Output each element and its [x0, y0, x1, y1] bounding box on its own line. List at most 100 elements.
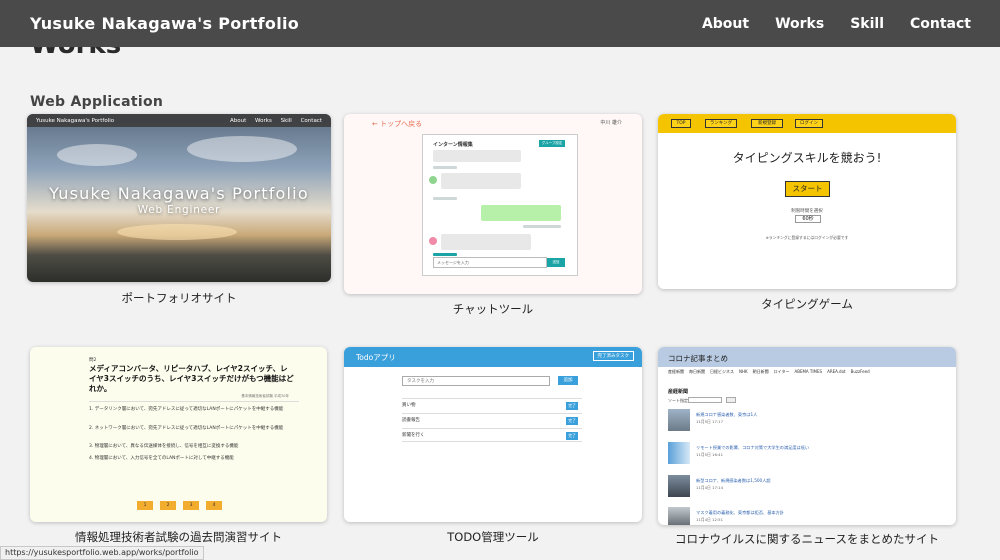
news-date: 11月5日 17:17 — [696, 419, 723, 424]
thumb-task-label: 買い物 — [402, 403, 416, 408]
avatar — [429, 176, 437, 184]
news-title: 新規コロナ感染者数、東京は1人 — [696, 412, 758, 417]
thumb-page-button: 1 — [137, 501, 153, 510]
thumb-nav-item: Works — [255, 117, 272, 124]
thumb-nav: About Works Skill Contact — [223, 118, 322, 124]
thumb-add-button: 追加 — [558, 376, 578, 385]
thumb-nav-item: About — [230, 117, 247, 124]
work-card-chat[interactable]: ← トップへ戻る 中川 雄介 インターン情報集 グループ設定 メッセージを入力 … — [344, 114, 642, 317]
news-title: リモート授業での影響、コロナ対策で大学生の満足度は低い — [696, 445, 810, 450]
site-title[interactable]: Yusuke Nakagawa's Portfolio — [30, 14, 299, 33]
thumb-todo-title: Todoアプリ — [356, 353, 396, 362]
chat-bubble-own — [481, 205, 561, 221]
work-card-exam[interactable]: 問2 メディアコンバータ、リピータハブ、レイヤ2スイッチ、レイヤ3スイッチのうち… — [30, 347, 327, 545]
portfolio-thumbnail[interactable]: Yusuke Nakagawa's Portfolio About Works … — [27, 114, 331, 282]
thumb-page-button: 2 — [160, 501, 176, 510]
thumb-news-item: リモート授業での影響、コロナ対策で大学生の満足度は低い 11月5日 16:41 — [668, 442, 898, 464]
thumb-option: 1. データリンク層において、宛先アドレスに従って適切なLANポートにパケットを… — [89, 407, 284, 412]
thumb-finish-button: 完了 — [566, 402, 578, 410]
nav-contact[interactable]: Contact — [910, 16, 971, 32]
thumb-hero: Yusuke Nakagawa's Portfolio Web Engineer — [27, 184, 331, 216]
thumb-task-row: 新聞を行く 完了 — [402, 428, 582, 442]
news-title: マスク着用の義務化、東京都は拒否、基本方針 — [696, 510, 784, 515]
thumb-page-button: 4 — [206, 501, 222, 510]
site-header: Yusuke Nakagawa's Portfolio About Works … — [0, 0, 1000, 47]
chat-meta — [433, 197, 457, 200]
thumb-chat-panel: インターン情報集 グループ設定 メッセージを入力 送信 — [422, 134, 578, 276]
thumb-source-nav: 産経新聞 毎日新聞 日経ビジネス NHK 朝日新聞 ロイター ABEMA TIM… — [668, 369, 870, 375]
thumb-nav-item: Skill — [280, 117, 292, 124]
thumb-question-number: 問2 — [89, 358, 97, 363]
thumb-sort-button — [726, 397, 736, 403]
thumb-news-item: 新規コロナ感染者数、東京は1人 11月5日 17:17 — [668, 409, 898, 431]
work-title[interactable]: ポートフォリオサイト — [27, 290, 331, 306]
thumb-site-title: Yusuke Nakagawa's Portfolio — [36, 117, 115, 124]
work-title[interactable]: コロナウイルスに関するニュースをまとめたサイト — [658, 531, 956, 547]
thumb-finish-button: 完了 — [566, 432, 578, 440]
section-heading: Web Application — [30, 94, 164, 110]
thumb-source-link: 毎日新聞 — [689, 369, 705, 374]
news-image — [668, 442, 690, 464]
chat-meta — [523, 225, 561, 228]
news-image — [668, 409, 690, 431]
thumb-task-input: タスクを入力 — [402, 376, 550, 386]
chat-bubble — [441, 234, 531, 250]
thumb-page-button: 3 — [183, 501, 199, 510]
thumb-user-name: 中川 雄介 — [600, 120, 622, 126]
thumb-note: ※ランキングに登録するにはログインが必要です — [765, 235, 849, 240]
thumb-source-link: BuzzFeed — [850, 369, 870, 374]
thumb-pagination: 1 2 3 4 — [137, 501, 222, 510]
thumb-source-link: 日経ビジネス — [710, 369, 734, 374]
thumb-question-source: 基本情報技術者試験 平成30年 — [241, 394, 289, 398]
thumb-news-title: コロナ記事まとめ — [668, 354, 728, 363]
thumb-option: 3. 物理層において、異なる伝送媒体を接続し、信号を相互に変換する機能 — [89, 444, 239, 449]
work-card-typing[interactable]: TOP ランキング 新規登録 ログイン タイピングスキルを競おう! スタート 制… — [658, 114, 956, 312]
chat-bubble — [433, 150, 521, 162]
work-card-todo[interactable]: Todoアプリ 完了済みタスク タスクを入力 追加 買い物 完了 読書報告 完了… — [344, 347, 642, 545]
main-nav: About Works Skill Contact — [702, 16, 971, 32]
chat-meta — [433, 253, 457, 256]
thumb-task-row: 読書報告 完了 — [402, 413, 582, 427]
cloud-shape — [57, 144, 137, 166]
thumb-typing-title: タイピングスキルを競おう! — [732, 151, 882, 165]
scrollbar[interactable] — [990, 47, 1000, 560]
thumb-option: 4. 物理層において、入力信号を全てのLANポートに対して中継する機能 — [89, 456, 234, 461]
todo-thumbnail[interactable]: Todoアプリ 完了済みタスク タスクを入力 追加 買い物 完了 読書報告 完了… — [344, 347, 642, 522]
cloud-shape — [187, 136, 297, 162]
thumb-question-text: メディアコンバータ、リピータハブ、レイヤ2スイッチ、レイヤ3スイッチのうち、レイ… — [89, 364, 294, 393]
thumb-done-tasks-button: 完了済みタスク — [592, 351, 634, 361]
work-title[interactable]: チャットツール — [344, 301, 642, 317]
thumb-sort-select — [688, 397, 722, 403]
work-card-portfolio[interactable]: Yusuke Nakagawa's Portfolio About Works … — [27, 114, 331, 306]
thumb-nav-item: Contact — [300, 117, 322, 124]
nav-about[interactable]: About — [702, 16, 749, 32]
thumb-hero-title: Yusuke Nakagawa's Portfolio — [49, 184, 309, 203]
exam-thumbnail[interactable]: 問2 メディアコンバータ、リピータハブ、レイヤ2スイッチ、レイヤ3スイッチのうち… — [30, 347, 327, 522]
thumb-back-link: ← トップへ戻る — [372, 120, 423, 128]
news-date: 11月4日 17:14 — [696, 485, 723, 490]
work-title[interactable]: 情報処理技術者試験の過去問演習サイト — [30, 529, 327, 545]
work-title[interactable]: タイピングゲーム — [658, 296, 956, 312]
thumb-time-select: 60秒 — [795, 215, 821, 223]
work-card-news[interactable]: コロナ記事まとめ 産経新聞 毎日新聞 日経ビジネス NHK 朝日新聞 ロイター … — [658, 347, 956, 547]
typing-thumbnail[interactable]: TOP ランキング 新規登録 ログイン タイピングスキルを競おう! スタート 制… — [658, 114, 956, 289]
work-title[interactable]: TODO管理ツール — [344, 529, 642, 545]
divider — [89, 401, 299, 402]
news-image — [668, 475, 690, 497]
chat-meta — [433, 166, 457, 169]
status-bar-url: https://yusukesportfolio.web.app/works/p… — [0, 546, 204, 560]
avatar — [429, 237, 437, 245]
news-date: 11月5日 16:41 — [696, 452, 723, 457]
thumb-ranking-button: ランキング — [705, 119, 737, 128]
thumb-task-label: 読書報告 — [402, 418, 420, 423]
thumb-task-row: 買い物 完了 — [402, 398, 582, 412]
thumb-source-link: 朝日新聞 — [752, 369, 769, 374]
nav-works[interactable]: Works — [775, 16, 824, 32]
news-image — [668, 507, 690, 525]
news-thumbnail[interactable]: コロナ記事まとめ 産経新聞 毎日新聞 日経ビジネス NHK 朝日新聞 ロイター … — [658, 347, 956, 525]
thumb-finish-button: 完了 — [566, 417, 578, 425]
thumb-start-button: スタート — [785, 181, 830, 197]
thumb-chat-title: インターン情報集 — [433, 142, 473, 148]
nav-skill[interactable]: Skill — [850, 16, 884, 32]
chat-thumbnail[interactable]: ← トップへ戻る 中川 雄介 インターン情報集 グループ設定 メッセージを入力 … — [344, 114, 642, 294]
